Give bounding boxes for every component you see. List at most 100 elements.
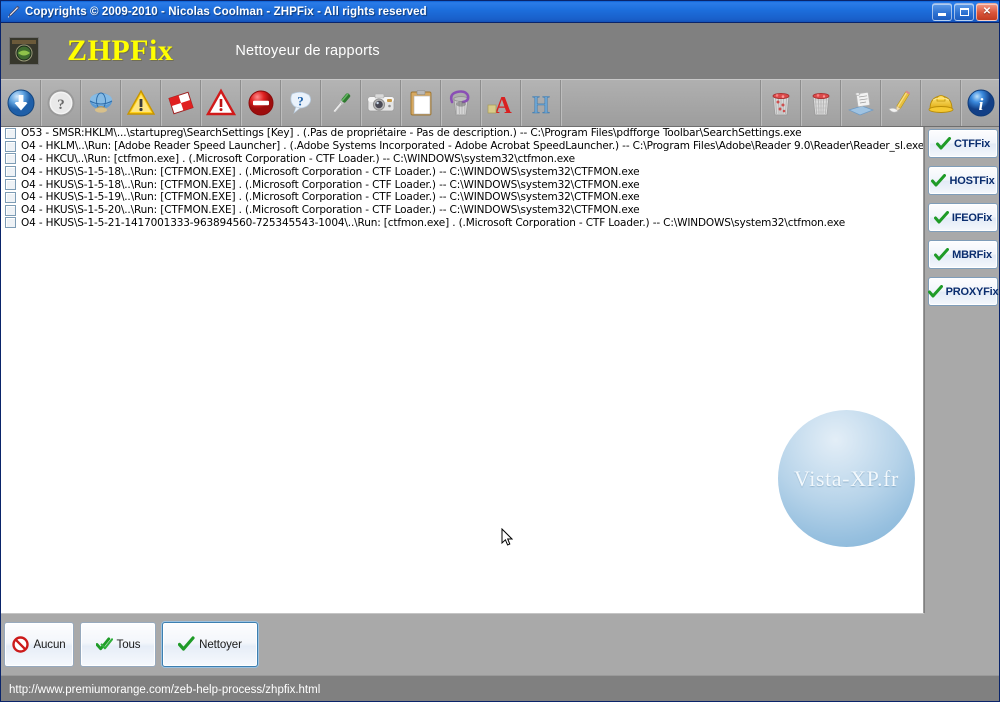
paper-scroll-icon bbox=[848, 91, 874, 116]
report-row[interactable]: O4 - HKLM\..\Run: [Adobe Reader Speed La… bbox=[1, 140, 923, 153]
font-button[interactable]: A bbox=[481, 80, 521, 126]
report-row[interactable]: O4 - HKUS\S-1-5-18\..\Run: [CTFMON.EXE] … bbox=[1, 178, 923, 191]
nettoyer-button[interactable]: Nettoyer bbox=[162, 622, 258, 667]
red-full-bin-icon bbox=[772, 93, 790, 116]
hostfix-button[interactable]: HOSTFix bbox=[928, 166, 998, 195]
red-no-entry-icon bbox=[12, 636, 30, 653]
mbrfix-button[interactable]: MBRFix bbox=[928, 240, 998, 269]
minimize-icon bbox=[938, 13, 946, 16]
watermark-label: Vista-XP.fr bbox=[794, 465, 899, 491]
fix-buttons-panel: CTFFix HOSTFix IFEOFix MBRFix PROXYFix bbox=[925, 127, 999, 613]
row-checkbox[interactable] bbox=[5, 127, 16, 139]
minimize-button[interactable] bbox=[932, 2, 952, 21]
tous-label: Tous bbox=[116, 638, 141, 651]
row-checkbox[interactable] bbox=[5, 153, 16, 165]
green-check-icon bbox=[934, 247, 950, 260]
trash-button[interactable] bbox=[441, 80, 481, 126]
main-toolbar: ? ? A H H i bbox=[1, 79, 999, 127]
green-check-icon bbox=[933, 210, 949, 223]
green-double-check-icon bbox=[95, 637, 113, 651]
app-name: ZHPFix bbox=[67, 34, 174, 67]
pen-icon bbox=[5, 4, 21, 20]
blue-question-balloon-icon: ? bbox=[290, 91, 311, 114]
empty-recyclebin-button[interactable] bbox=[761, 80, 801, 126]
green-check-icon bbox=[931, 173, 947, 186]
clipboard-button[interactable] bbox=[401, 80, 441, 126]
hostfix-label: HOSTFix bbox=[949, 174, 995, 187]
report-list[interactable]: O53 - SMSR:HKLM\...\startupreg\SearchSet… bbox=[1, 127, 924, 613]
red-full-bin-2-icon bbox=[812, 93, 830, 116]
report-row[interactable]: O53 - SMSR:HKLM\...\startupreg\SearchSet… bbox=[1, 127, 923, 140]
edit-button[interactable] bbox=[881, 80, 921, 126]
status-url[interactable]: http://www.premiumorange.com/zeb-help-pr… bbox=[9, 684, 320, 696]
report-row[interactable]: O4 - HKUS\S-1-5-21-1417001333-963894560-… bbox=[1, 217, 923, 230]
ctffix-button[interactable]: CTFFix bbox=[928, 129, 998, 158]
svg-text:?: ? bbox=[297, 94, 304, 109]
web-button[interactable] bbox=[81, 80, 121, 126]
about-button[interactable]: ? bbox=[281, 80, 321, 126]
row-checkbox[interactable] bbox=[5, 140, 16, 152]
mouse-cursor-icon bbox=[501, 528, 513, 546]
row-checkbox[interactable] bbox=[5, 179, 16, 191]
row-text: O4 - HKLM\..\Run: [Adobe Reader Speed La… bbox=[21, 140, 924, 153]
red-stop-sign-icon bbox=[248, 90, 274, 116]
pencil-icon bbox=[888, 90, 911, 113]
host-button[interactable]: H H bbox=[521, 80, 561, 126]
maximize-button[interactable] bbox=[954, 2, 974, 21]
red-warning-triangle-icon bbox=[206, 88, 236, 116]
row-checkbox[interactable] bbox=[5, 191, 16, 203]
green-check-icon bbox=[927, 284, 943, 297]
ifeofix-button[interactable]: IFEOFix bbox=[928, 203, 998, 232]
green-check-icon bbox=[178, 636, 195, 651]
red-letter-a-icon: A bbox=[487, 93, 512, 118]
help-button[interactable]: ? bbox=[41, 80, 81, 126]
app-subtitle: Nettoyeur de rapports bbox=[235, 43, 380, 59]
ifeofix-label: IFEOFix bbox=[951, 211, 993, 224]
repair-button[interactable] bbox=[921, 80, 961, 126]
maximize-icon bbox=[959, 7, 969, 16]
tools-button[interactable] bbox=[321, 80, 361, 126]
info-button[interactable]: i bbox=[961, 80, 999, 126]
blue-down-arrow-icon bbox=[7, 89, 34, 117]
aucun-label: Aucun bbox=[33, 638, 66, 651]
blue-info-icon: i bbox=[967, 89, 995, 117]
download-button[interactable] bbox=[1, 80, 41, 126]
report-row[interactable]: O4 - HKUS\S-1-5-20\..\Run: [CTFMON.EXE] … bbox=[1, 204, 923, 217]
bottom-panel-filler bbox=[924, 613, 999, 675]
stop-button[interactable] bbox=[241, 80, 281, 126]
row-text: O4 - HKUS\S-1-5-18\..\Run: [CTFMON.EXE] … bbox=[21, 178, 640, 191]
close-button[interactable]: ✕ bbox=[976, 2, 998, 21]
blue-globe-icon bbox=[89, 92, 113, 113]
window-title: Copyrights © 2009-2010 - Nicolas Coolman… bbox=[25, 5, 427, 18]
toolbar-spacer bbox=[561, 80, 761, 126]
screenshot-button[interactable] bbox=[361, 80, 401, 126]
report-row[interactable]: O4 - HKCU\..\Run: [ctfmon.exe] . (.Micro… bbox=[1, 153, 923, 166]
tous-button[interactable]: Tous bbox=[80, 622, 156, 667]
svg-text:?: ? bbox=[57, 97, 65, 113]
row-text: O4 - HKUS\S-1-5-21-1417001333-963894560-… bbox=[21, 216, 846, 229]
vista-xp-watermark: Vista-XP.fr bbox=[778, 410, 915, 547]
mbrfix-label: MBRFix bbox=[952, 248, 992, 261]
row-text: O4 - HKUS\S-1-5-18\..\Run: [CTFMON.EXE] … bbox=[21, 165, 640, 178]
row-text: O4 - HKUS\S-1-5-19\..\Run: [CTFMON.EXE] … bbox=[21, 191, 640, 204]
report-button[interactable] bbox=[841, 80, 881, 126]
alert-button[interactable] bbox=[201, 80, 241, 126]
row-checkbox[interactable] bbox=[5, 217, 16, 229]
aucun-button[interactable]: Aucun bbox=[4, 622, 74, 667]
report-row[interactable]: O4 - HKUS\S-1-5-18\..\Run: [CTFMON.EXE] … bbox=[1, 165, 923, 178]
row-text: O4 - HKUS\S-1-5-20\..\Run: [CTFMON.EXE] … bbox=[21, 204, 640, 217]
window-controls: ✕ bbox=[932, 2, 999, 21]
report-row[interactable]: O4 - HKUS\S-1-5-19\..\Run: [CTFMON.EXE] … bbox=[1, 191, 923, 204]
red-white-checkered-flag-icon bbox=[168, 91, 194, 115]
flag-button[interactable] bbox=[161, 80, 201, 126]
proxyfix-button[interactable]: PROXYFix bbox=[927, 277, 999, 306]
zhpfix-globe-logo-icon bbox=[9, 37, 39, 65]
action-bar: Aucun Tous Nettoyer bbox=[1, 613, 924, 675]
row-checkbox[interactable] bbox=[5, 166, 16, 178]
status-bar: http://www.premiumorange.com/zeb-help-pr… bbox=[1, 675, 999, 701]
app-header: ZHPFix Nettoyeur de rapports bbox=[1, 23, 999, 79]
screwdriver-icon bbox=[333, 93, 351, 113]
warning-button[interactable] bbox=[121, 80, 161, 126]
empty-temp-button[interactable] bbox=[801, 80, 841, 126]
row-checkbox[interactable] bbox=[5, 204, 16, 216]
